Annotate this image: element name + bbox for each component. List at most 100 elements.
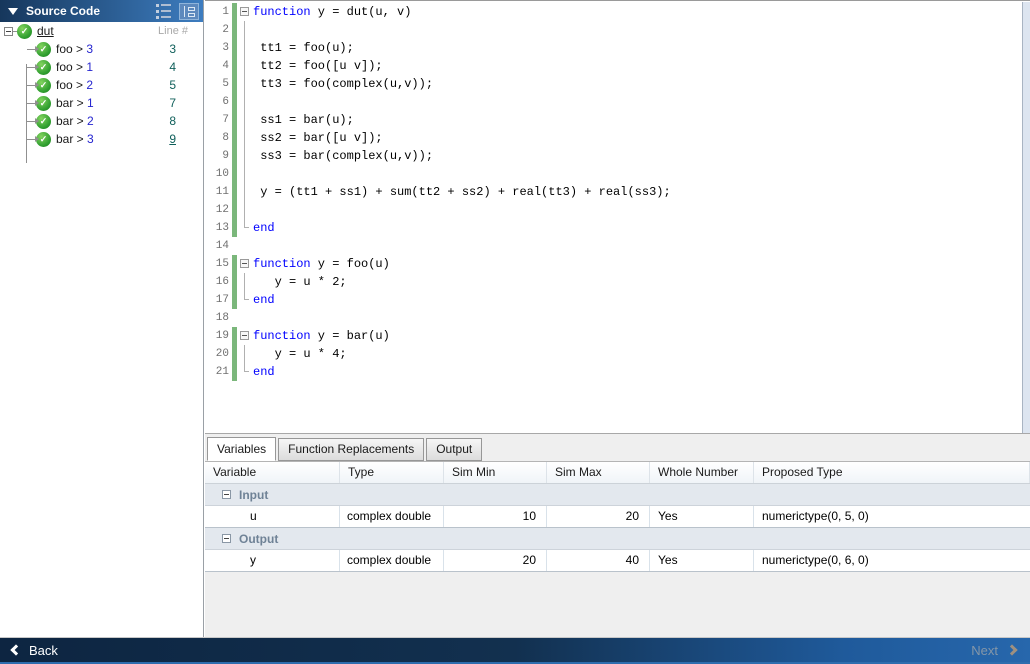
cell-whole-number: Yes [650, 550, 754, 571]
table-group-row[interactable]: Input [205, 484, 1030, 506]
keyword: function [253, 5, 311, 19]
tree-item-line-number[interactable]: 8 [169, 114, 176, 128]
table-row[interactable]: y complex double 20 40 Yes numerictype(0, 6, … [205, 550, 1030, 572]
code-line: 12 [205, 201, 1030, 219]
column-header-sim-max[interactable]: Sim Max [547, 462, 650, 483]
tree-item-line-number[interactable]: 5 [169, 78, 176, 92]
call-index: 1 [86, 60, 94, 74]
line-number: 2 [222, 24, 229, 36]
code-text: function y = bar(u) [253, 329, 390, 343]
next-button[interactable]: Next [971, 643, 1018, 658]
fold-margin [237, 129, 253, 147]
code-text: end [253, 365, 275, 379]
cell-variable: u [205, 506, 340, 527]
tree-item-label[interactable]: foo > 1 [56, 60, 93, 74]
column-header-whole-number[interactable]: Whole Number [650, 462, 754, 483]
wizard-footer: Back Next [0, 637, 1030, 664]
cell-proposed-type: numerictype(0, 6, 0) [762, 553, 869, 567]
back-button[interactable]: Back [10, 643, 58, 658]
code-fragment: tt3 = foo(complex(u,v)); [253, 77, 434, 91]
column-header-type[interactable]: Type [340, 462, 444, 483]
tree-item[interactable]: ✓ bar > 28 [0, 112, 203, 130]
function-name: foo > [56, 42, 87, 56]
fold-margin [237, 255, 253, 273]
tree-item[interactable]: ✓ bar > 39 [0, 130, 203, 148]
code-text: ss2 = bar([u v]); [253, 131, 382, 145]
fold-toggle-icon[interactable] [240, 331, 249, 340]
list-view-icon[interactable] [156, 3, 171, 19]
tree-item-label[interactable]: bar > 1 [56, 96, 94, 110]
arrow-connector-icon [27, 117, 39, 124]
tree-item[interactable]: ✓ foo > 25 [0, 76, 203, 94]
fold-line [244, 147, 245, 165]
code-line: 7 ss1 = bar(u); [205, 111, 1030, 129]
call-index: 1 [87, 96, 94, 110]
code-text: ss1 = bar(u); [253, 113, 354, 127]
line-column-header: Line # [158, 25, 188, 37]
fold-line [244, 345, 245, 363]
collapse-minus-icon[interactable] [222, 534, 231, 543]
tree-item-dut[interactable]: ✓ dut Line # [0, 22, 203, 40]
tree-item-label[interactable]: foo > 3 [56, 42, 93, 56]
fold-margin [237, 309, 253, 327]
fold-toggle-icon[interactable] [240, 259, 249, 268]
tab-function-replacements[interactable]: Function Replacements [278, 438, 425, 461]
table-group-row[interactable]: Output [205, 528, 1030, 550]
code-text: y = u * 2; [253, 275, 347, 289]
fold-margin [237, 183, 253, 201]
call-index: 3 [87, 132, 94, 146]
tree-item-line-number[interactable]: 9 [169, 132, 176, 146]
tree-item[interactable]: ✓ foo > 14 [0, 58, 203, 76]
fold-margin [237, 327, 253, 345]
code-line: 13 end [205, 219, 1030, 237]
tree-item-line-number[interactable]: 3 [169, 42, 176, 56]
fold-margin [237, 39, 253, 57]
tree-item[interactable]: ✓ bar > 17 [0, 94, 203, 112]
tree-view-icon[interactable] [179, 2, 199, 20]
expander-minus-icon[interactable] [4, 26, 13, 36]
fold-line [244, 21, 245, 39]
fold-margin [237, 291, 253, 309]
function-name: bar > [56, 96, 88, 110]
group-label: Input [239, 487, 269, 502]
code-line: 6 [205, 93, 1030, 111]
code-text: ss3 = bar(complex(u,v)); [253, 149, 433, 163]
tab-output[interactable]: Output [426, 438, 483, 461]
code-fragment: ss1 = bar(u); [253, 113, 354, 127]
keyword: function [253, 257, 311, 271]
vertical-scrollbar[interactable] [1022, 2, 1030, 433]
table-row[interactable]: u complex double 10 20 Yes numerictype(0, 5, … [205, 506, 1030, 528]
source-code-panel-header: Source Code [0, 0, 203, 22]
arrow-connector-icon [27, 81, 39, 88]
code-line: 8 ss2 = bar([u v]); [205, 129, 1030, 147]
variables-table-header: Variable Type Sim Min Sim Max Whole Numb… [205, 461, 1030, 484]
cell-variable: y [205, 550, 340, 571]
column-header-variable[interactable]: Variable [205, 462, 340, 483]
tree-item[interactable]: ✓ foo > 33 [0, 40, 203, 58]
code-lines: 1 function y = dut(u, v) 2 3 tt1 = foo(u); 4… [205, 1, 1030, 381]
tree-item-line-number[interactable]: 7 [169, 96, 176, 110]
tab-variables[interactable]: Variables [207, 437, 277, 461]
fold-line [244, 75, 245, 93]
tree-item-line-number[interactable]: 4 [169, 60, 176, 74]
tree-item-label[interactable]: dut [37, 24, 54, 38]
fold-line [244, 57, 245, 75]
tree-item-label[interactable]: bar > 3 [56, 132, 94, 146]
column-header-sim-min[interactable]: Sim Min [444, 462, 547, 483]
line-number: 14 [215, 240, 229, 252]
fold-toggle-icon[interactable] [240, 7, 249, 16]
collapse-triangle-icon[interactable] [8, 7, 18, 15]
code-fragment: y = u * 2; [253, 275, 347, 289]
results-tabbar: Variables Function Replacements Output [205, 434, 1030, 461]
code-line: 3 tt1 = foo(u); [205, 39, 1030, 57]
fold-line [244, 39, 245, 57]
tree-item-label[interactable]: foo > 2 [56, 78, 93, 92]
code-line: 20 y = u * 4; [205, 345, 1030, 363]
tree-item-label[interactable]: bar > 2 [56, 114, 94, 128]
cell-sim-min: 10 [444, 506, 547, 527]
fold-margin [237, 363, 253, 381]
code-line: 18 [205, 309, 1030, 327]
column-header-proposed-type[interactable]: Proposed Type [754, 462, 1030, 483]
code-fragment: tt1 = foo(u); [253, 41, 354, 55]
collapse-minus-icon[interactable] [222, 490, 231, 499]
